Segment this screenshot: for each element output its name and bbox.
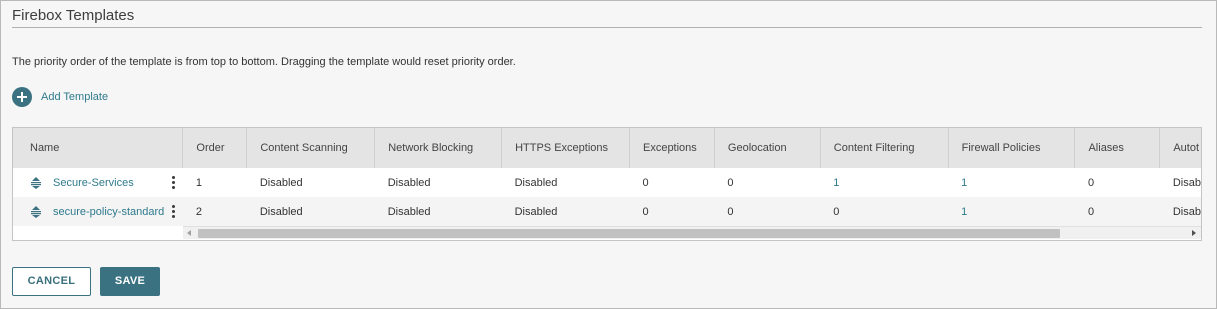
horizontal-scrollbar[interactable] [183, 226, 1201, 239]
content-filtering-cell: 0 [833, 205, 840, 218]
https-exceptions-cell: Disabled [514, 176, 558, 189]
more-options-icon[interactable] [171, 176, 176, 189]
add-template-label[interactable]: Add Template [41, 91, 108, 103]
https-exceptions-cell: Disabled [514, 205, 558, 218]
scrollbar-thumb[interactable] [198, 229, 1060, 238]
exceptions-cell: 0 [642, 205, 649, 218]
add-template-button[interactable]: Add Template [12, 87, 108, 107]
table-header-row: Name Order Content Scanning Network Bloc… [13, 128, 1201, 168]
geolocation-cell: 0 [727, 205, 734, 218]
name-cell: secure-policy-standard [13, 197, 183, 226]
order-cell: 2 [195, 205, 203, 218]
drag-handle-icon[interactable] [31, 205, 41, 218]
auto-cell: Disab [1172, 205, 1201, 218]
column-header-aliases[interactable]: Aliases [1074, 128, 1161, 168]
column-header-content-filtering[interactable]: Content Filtering [820, 128, 949, 168]
content-scanning-cell: Disabled [259, 176, 303, 189]
aliases-cell: 0 [1087, 176, 1095, 189]
scroll-left-arrow-icon[interactable] [187, 230, 191, 236]
column-header-geolocation[interactable]: Geolocation [714, 128, 821, 168]
auto-cell: Disab [1172, 176, 1201, 189]
column-header-order[interactable]: Order [182, 128, 248, 168]
geolocation-cell: 0 [727, 176, 734, 189]
content-scanning-cell: Disabled [259, 205, 303, 218]
firewall-policies-cell[interactable]: 1 [948, 168, 1075, 197]
scroll-right-arrow-icon[interactable] [1192, 230, 1196, 236]
table-row[interactable]: Secure-Services 1 Disabled Disabled Disa… [13, 168, 1201, 197]
column-header-name[interactable]: Name [13, 128, 184, 168]
content-filtering-cell[interactable]: 1 [820, 168, 948, 197]
aliases-cell: 0 [1087, 205, 1095, 218]
network-blocking-cell: Disabled [387, 205, 431, 218]
firebox-templates-panel: Firebox Templates The priority order of … [0, 0, 1217, 309]
page-title: Firebox Templates [12, 7, 135, 24]
column-header-content-scanning[interactable]: Content Scanning [246, 128, 376, 168]
order-cell: 1 [195, 176, 203, 189]
column-header-auto[interactable]: Autot [1160, 128, 1201, 168]
save-button[interactable]: SAVE [100, 267, 160, 296]
template-name-link[interactable]: Secure-Services [53, 177, 134, 189]
column-header-exceptions[interactable]: Exceptions [629, 128, 715, 168]
table-row[interactable]: secure-policy-standard 2 Disabled Disabl… [13, 197, 1201, 226]
firewall-policies-cell[interactable]: 1 [948, 197, 1075, 226]
network-blocking-cell: Disabled [387, 176, 431, 189]
templates-table: Name Order Content Scanning Network Bloc… [12, 127, 1202, 241]
exceptions-cell: 0 [642, 176, 649, 189]
column-header-network-blocking[interactable]: Network Blocking [374, 128, 503, 168]
column-header-firewall-policies[interactable]: Firewall Policies [948, 128, 1076, 168]
more-options-icon[interactable] [171, 205, 176, 218]
plus-circle-icon[interactable] [12, 87, 32, 107]
column-header-https-exceptions[interactable]: HTTPS Exceptions [501, 128, 630, 168]
priority-description: The priority order of the template is fr… [12, 56, 516, 68]
title-divider [12, 27, 1202, 28]
drag-handle-icon[interactable] [31, 176, 41, 189]
cancel-button[interactable]: CANCEL [12, 267, 91, 296]
template-name-link[interactable]: secure-policy-standard [53, 206, 164, 218]
name-cell: Secure-Services [13, 168, 183, 197]
